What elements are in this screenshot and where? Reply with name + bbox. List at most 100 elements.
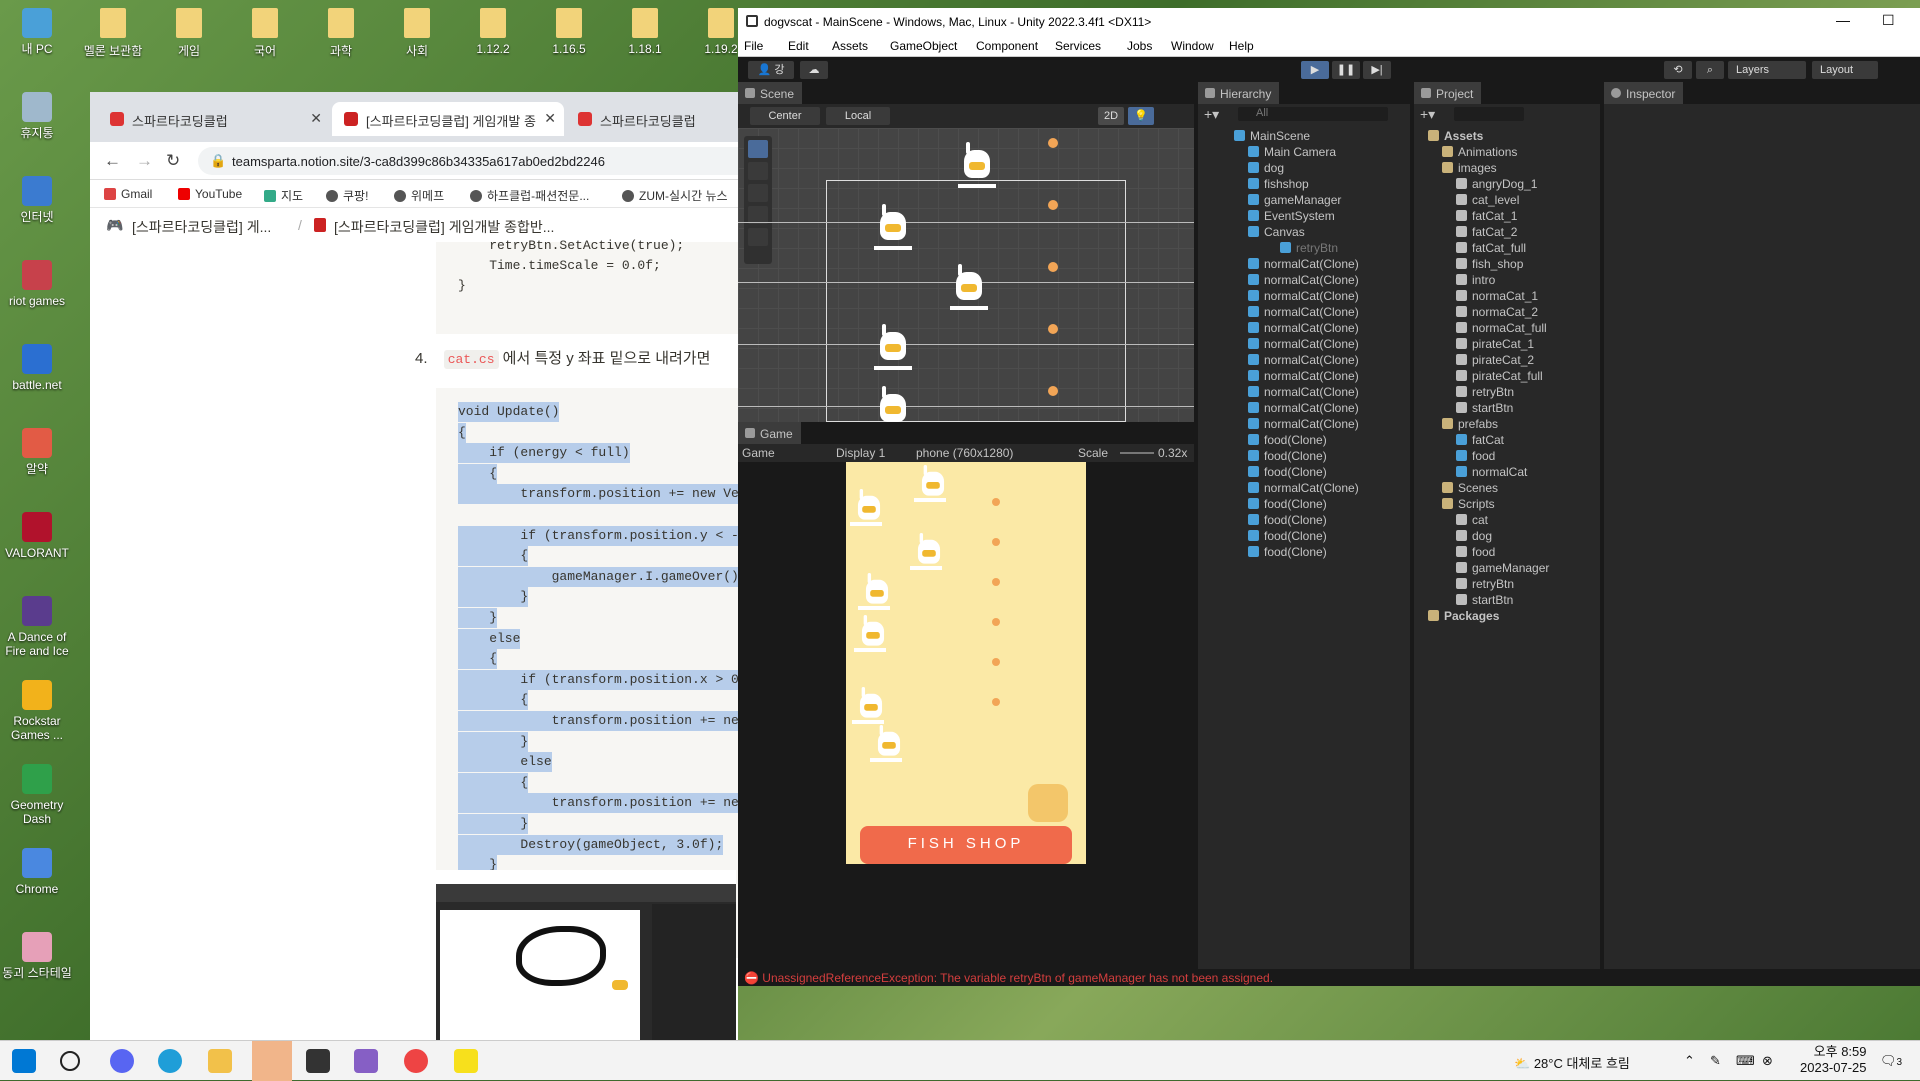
- project-item[interactable]: food: [1456, 448, 1495, 464]
- tab-game[interactable]: Game: [738, 422, 801, 444]
- hierarchy-item[interactable]: dog: [1248, 160, 1284, 176]
- hierarchy-item[interactable]: food(Clone): [1248, 512, 1327, 528]
- breadcrumb-item-2[interactable]: [스파르타코딩클럽] 게임개발 종합반...: [334, 217, 554, 237]
- desktop-folder-icon[interactable]: 멜론 보관함: [76, 8, 150, 59]
- project-item[interactable]: images: [1442, 160, 1497, 176]
- discord-icon[interactable]: [110, 1049, 134, 1073]
- hierarchy-item[interactable]: food(Clone): [1248, 544, 1327, 560]
- desktop-icon[interactable]: Rockstar Games ...: [0, 680, 74, 742]
- desktop-folder-icon[interactable]: 게임: [152, 8, 226, 59]
- desktop-icon[interactable]: 인터넷: [0, 176, 74, 224]
- layout-dropdown[interactable]: Layout: [1812, 61, 1878, 79]
- pen-icon[interactable]: ✎: [1710, 1053, 1721, 1069]
- desktop-icon[interactable]: A Dance of Fire and Ice: [0, 596, 74, 658]
- menu-item-window[interactable]: Window: [1171, 39, 1214, 53]
- project-item[interactable]: normaCat_1: [1456, 288, 1538, 304]
- project-item[interactable]: Scenes: [1442, 480, 1498, 496]
- unity-icon[interactable]: [306, 1049, 330, 1073]
- desktop-folder-icon[interactable]: 사회: [380, 8, 454, 59]
- add-plus-icon[interactable]: +▾: [1420, 106, 1435, 123]
- project-item[interactable]: cat_level: [1456, 192, 1519, 208]
- account-dropdown[interactable]: 👤 강: [748, 61, 794, 79]
- hierarchy-search-input[interactable]: All: [1238, 107, 1388, 121]
- hand-tool-icon[interactable]: [748, 140, 768, 158]
- notification-icon[interactable]: 🗨3: [1880, 1053, 1902, 1069]
- menu-item-file[interactable]: File: [744, 39, 763, 53]
- keyboard-icon[interactable]: ⌨: [1736, 1053, 1755, 1069]
- hierarchy-item[interactable]: normalCat(Clone): [1248, 272, 1359, 288]
- chrome-tab-2[interactable]: [스파르타코딩클럽] 게임개발 종 ✕: [332, 102, 564, 136]
- game-view-dropdown[interactable]: Game: [742, 446, 775, 460]
- tab-inspector[interactable]: Inspector: [1604, 82, 1684, 104]
- project-item[interactable]: fatCat_2: [1456, 224, 1517, 240]
- project-item[interactable]: pirateCat_2: [1456, 352, 1534, 368]
- network-icon[interactable]: ⊗: [1762, 1053, 1773, 1069]
- menu-item-jobs[interactable]: Jobs: [1127, 39, 1152, 53]
- desktop-icon[interactable]: 동괴 스타테일: [0, 932, 74, 980]
- hierarchy-item[interactable]: food(Clone): [1248, 496, 1327, 512]
- hierarchy-item[interactable]: normalCat(Clone): [1248, 384, 1359, 400]
- project-item[interactable]: food: [1456, 544, 1495, 560]
- minimize-icon[interactable]: —: [1836, 12, 1850, 28]
- chrome-tab-3[interactable]: 스파르타코딩클럽: [566, 102, 738, 136]
- unity-hub-icon[interactable]: [252, 1041, 292, 1081]
- project-item[interactable]: normalCat: [1456, 464, 1527, 480]
- rotate-tool-icon[interactable]: [748, 184, 768, 202]
- bookmark-halfclub[interactable]: 하프클럽-패션전문...: [470, 187, 589, 204]
- bookmark-map[interactable]: 지도: [264, 187, 303, 204]
- hierarchy-item[interactable]: normalCat(Clone): [1248, 256, 1359, 272]
- project-item[interactable]: startBtn: [1456, 592, 1513, 608]
- hierarchy-item[interactable]: normalCat(Clone): [1248, 336, 1359, 352]
- bookmark-gmail[interactable]: Gmail: [104, 187, 152, 201]
- project-item[interactable]: normaCat_full: [1456, 320, 1547, 336]
- file-explorer-icon[interactable]: [208, 1049, 232, 1073]
- bookmark-zum[interactable]: ZUM-실시간 뉴스: [622, 187, 728, 204]
- bookmark-coupang[interactable]: 쿠팡!: [326, 187, 368, 204]
- menu-item-edit[interactable]: Edit: [788, 39, 809, 53]
- project-item[interactable]: normaCat_2: [1456, 304, 1538, 320]
- hierarchy-item[interactable]: Main Camera: [1248, 144, 1336, 160]
- desktop-icon[interactable]: 알약: [0, 428, 74, 476]
- pivot-local-dropdown[interactable]: Local: [826, 107, 890, 125]
- hierarchy-item[interactable]: Canvas: [1248, 224, 1305, 240]
- add-plus-icon[interactable]: +▾: [1204, 106, 1219, 123]
- menu-item-component[interactable]: Component: [976, 39, 1038, 53]
- hierarchy-item[interactable]: food(Clone): [1248, 448, 1327, 464]
- desktop-icon[interactable]: battle.net: [0, 344, 74, 392]
- display-dropdown[interactable]: Display 1: [836, 446, 885, 460]
- tab-project[interactable]: Project: [1414, 82, 1482, 104]
- project-item[interactable]: Assets: [1428, 128, 1483, 144]
- menu-item-help[interactable]: Help: [1229, 39, 1254, 53]
- desktop-icon[interactable]: Geometry Dash: [0, 764, 74, 826]
- hierarchy-item[interactable]: normalCat(Clone): [1248, 288, 1359, 304]
- desktop-icon[interactable]: VALORANT: [0, 512, 74, 560]
- bookmark-youtube[interactable]: YouTube: [178, 187, 242, 201]
- project-item[interactable]: retryBtn: [1456, 576, 1514, 592]
- hierarchy-item[interactable]: normalCat(Clone): [1248, 304, 1359, 320]
- project-item[interactable]: Scripts: [1442, 496, 1495, 512]
- back-arrow-icon[interactable]: ←: [104, 151, 121, 171]
- move-tool-icon[interactable]: [748, 162, 768, 180]
- hierarchy-item[interactable]: normalCat(Clone): [1248, 320, 1359, 336]
- desktop-icon[interactable]: riot games: [0, 260, 74, 308]
- project-item[interactable]: pirateCat_full: [1456, 368, 1543, 384]
- play-button[interactable]: ▶: [1301, 61, 1329, 79]
- project-item[interactable]: fatCat_full: [1456, 240, 1526, 256]
- windows-start-icon[interactable]: [12, 1049, 36, 1073]
- project-item[interactable]: angryDog_1: [1456, 176, 1537, 192]
- breadcrumb-item-1[interactable]: [스파르타코딩클럽] 게...: [132, 217, 271, 237]
- project-item[interactable]: fatCat_1: [1456, 208, 1517, 224]
- kakaotalk-icon[interactable]: [454, 1049, 478, 1073]
- desktop-icon[interactable]: 내 PC: [0, 8, 74, 56]
- scale-slider[interactable]: [1120, 452, 1154, 454]
- desktop-folder-icon[interactable]: 국어: [228, 8, 302, 59]
- desktop-folder-icon[interactable]: 1.18.1: [608, 8, 682, 56]
- project-item[interactable]: cat: [1456, 512, 1488, 528]
- hierarchy-item[interactable]: normalCat(Clone): [1248, 480, 1359, 496]
- hierarchy-item[interactable]: food(Clone): [1248, 528, 1327, 544]
- hierarchy-item[interactable]: MainScene: [1234, 128, 1310, 144]
- chevron-up-icon[interactable]: ⌃: [1684, 1053, 1695, 1069]
- desktop-folder-icon[interactable]: 과학: [304, 8, 378, 59]
- project-item[interactable]: retryBtn: [1456, 384, 1514, 400]
- hierarchy-item[interactable]: food(Clone): [1248, 432, 1327, 448]
